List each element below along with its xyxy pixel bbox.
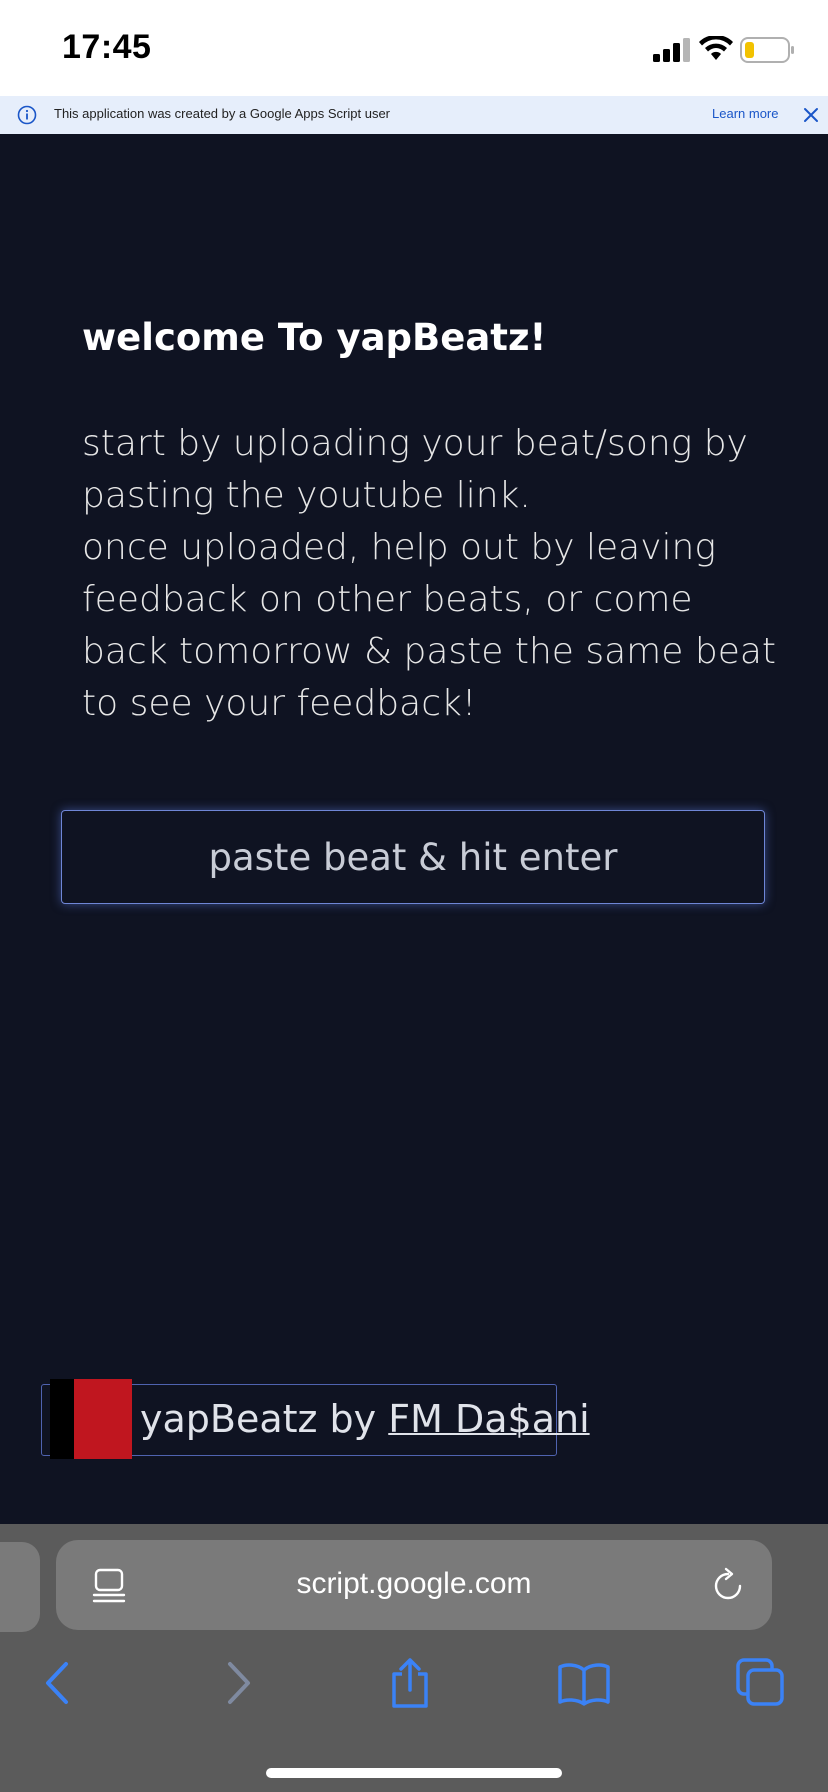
back-icon[interactable]: [32, 1658, 88, 1708]
status-bar: 17:45: [0, 0, 828, 96]
home-indicator: [266, 1768, 562, 1778]
main-content: welcome To yapBeatz! start by uploading …: [0, 134, 828, 1524]
status-time: 17:45: [62, 28, 152, 66]
share-icon[interactable]: [382, 1658, 438, 1708]
signal-icon: [653, 38, 690, 62]
banner-text: This application was created by a Google…: [54, 106, 391, 121]
page-title: welcome To yapBeatz!: [82, 316, 547, 359]
info-icon: [17, 105, 37, 125]
battery-icon: [740, 37, 794, 63]
wifi-icon: [699, 36, 733, 60]
address-bar[interactable]: script.google.com: [56, 1540, 772, 1630]
intro-line: once uploaded, help out by leaving: [82, 527, 716, 568]
intro-line: back tomorrow & paste the same beat: [82, 631, 777, 672]
tabs-icon[interactable]: [732, 1658, 788, 1708]
reload-icon[interactable]: [710, 1566, 746, 1604]
intro-text: start by uploading your beat/song by pas…: [82, 418, 777, 730]
credit-badge: yapBeatz by FM Da$ani: [41, 1379, 590, 1459]
author-link[interactable]: FM Da$ani: [388, 1397, 589, 1441]
intro-line: to see your feedback!: [82, 683, 477, 724]
intro-line: feedback on other beats, or come: [82, 579, 693, 620]
forward-icon[interactable]: [208, 1658, 264, 1708]
learn-more-link[interactable]: Learn more: [712, 106, 778, 121]
bookmarks-icon[interactable]: [556, 1658, 612, 1708]
intro-line: pasting the youtube link.: [82, 475, 531, 516]
flag-stripe-red: [74, 1379, 132, 1459]
url-text: script.google.com: [296, 1567, 532, 1600]
previous-tab-preview[interactable]: [0, 1542, 40, 1632]
beat-link-input[interactable]: [61, 810, 765, 904]
apps-script-banner: This application was created by a Google…: [0, 96, 828, 134]
credit-text: yapBeatz by FM Da$ani: [140, 1397, 590, 1441]
credit-prefix: yapBeatz by: [140, 1397, 389, 1441]
intro-line: start by uploading your beat/song by: [82, 423, 748, 464]
flag-stripe-black: [50, 1379, 74, 1459]
close-icon[interactable]: [800, 104, 822, 126]
browser-bar: script.google.com: [0, 1524, 828, 1792]
